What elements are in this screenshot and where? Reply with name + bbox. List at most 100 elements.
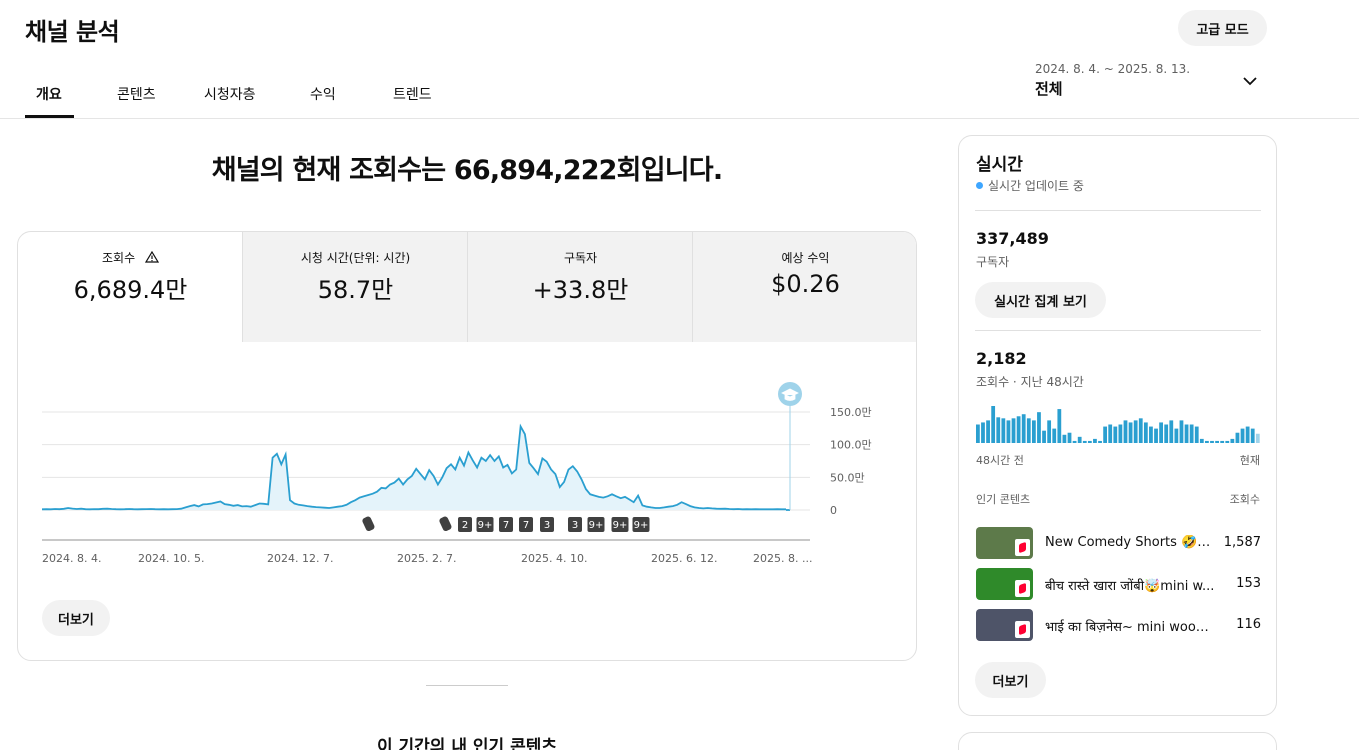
metric-views-value: 6,689.4만: [73, 276, 188, 304]
metric-subscribers[interactable]: 구독자 +33.8만: [468, 232, 693, 342]
marker-label: 9+: [589, 520, 604, 531]
rt-bar: [1108, 424, 1113, 443]
rt-bar: [996, 417, 1001, 443]
rt-bar: [1164, 424, 1169, 443]
date-range-text: 2024. 8. 4. ~ 2025. 8. 13.: [1035, 62, 1191, 76]
rt-bar: [986, 420, 990, 443]
advanced-mode-button[interactable]: 고급 모드: [1178, 10, 1267, 46]
rt-bar: [1215, 440, 1219, 443]
video-title: भाई का बिज़नेस~ mini wood ...: [1045, 620, 1215, 635]
metric-divider: [467, 232, 468, 342]
list-item[interactable]: New Comedy Shorts 🤣~... 1,587: [976, 527, 1261, 561]
tab-revenue[interactable]: 수익: [310, 84, 336, 104]
metric-watch-time[interactable]: 시청 시간(단위: 시간) 58.7만: [243, 232, 468, 342]
rt-bar: [1021, 414, 1026, 443]
rt-bar: [1093, 438, 1097, 443]
marker-label: 3: [572, 520, 578, 531]
shorts-shape: [362, 516, 375, 532]
metric-subscribers-label: 구독자: [563, 251, 598, 265]
metric-divider: [692, 232, 693, 342]
divider: [975, 210, 1261, 211]
rt-bar: [1230, 438, 1235, 443]
marker-label: 7: [523, 520, 529, 531]
views-chart[interactable]: 150.0만 100.0만 50.0만 0 2 9+ 7 7 3 3 9+ 9+ 9+ 2024. 8. …: [18, 342, 917, 582]
axis-right-label: 현재: [1239, 454, 1260, 467]
secondary-card: [958, 732, 1277, 750]
chevron-down-icon: [1243, 77, 1257, 86]
rt-bar: [1143, 422, 1148, 443]
divider: [975, 330, 1261, 331]
list-item[interactable]: भाई का बिज़नेस~ mini wood ... 116: [976, 609, 1261, 643]
tab-overview[interactable]: 개요: [36, 84, 62, 104]
x-tick-label: 2025. 4. 10.: [521, 552, 587, 565]
shorts-shape: [439, 516, 452, 532]
rt-bar: [1011, 418, 1016, 443]
marker-label: 9+: [613, 520, 628, 531]
x-tick-label: 2024. 10. 5.: [138, 552, 204, 565]
rt-bar: [1077, 436, 1082, 443]
y-tick-label: 150.0만: [830, 406, 872, 419]
metric-watch-time-label: 시청 시간(단위: 시간): [300, 251, 411, 265]
rt-bar: [1057, 409, 1062, 443]
shorts-icon: [1015, 621, 1030, 638]
metric-subscribers-value: +33.8만: [532, 276, 629, 304]
rt-bar: [1169, 420, 1174, 443]
views-48h-label: 조회수 · 지난 48시간: [976, 375, 1084, 389]
realtime-report-button[interactable]: 실시간 집계 보기: [975, 282, 1106, 318]
video-title: बीच रास्ते खारा जोंबी🤯mini w...: [1045, 579, 1215, 594]
rt-bar: [1037, 412, 1041, 443]
rt-bar: [1016, 416, 1021, 443]
rt-bar: [1133, 420, 1138, 443]
rt-bar: [1245, 426, 1250, 443]
rt-bar: [1072, 440, 1077, 443]
rt-bar: [1154, 428, 1158, 443]
more-button[interactable]: 더보기: [42, 600, 110, 636]
shorts-icon: [439, 516, 452, 532]
rt-bar: [1138, 418, 1143, 443]
page-title: 채널 분석: [25, 18, 120, 46]
warning-icon: [144, 250, 160, 263]
list-item[interactable]: बीच रास्ते खारा जोंबी🤯mini w... 153: [976, 568, 1261, 602]
metric-views[interactable]: 조회수 6,689.4만: [18, 232, 243, 342]
video-view-count: 1,587: [1223, 535, 1261, 550]
realtime-more-button[interactable]: 더보기: [975, 662, 1046, 698]
tab-content[interactable]: 콘텐츠: [117, 84, 156, 104]
video-thumbnail: [976, 568, 1033, 600]
rt-bar: [1047, 420, 1052, 443]
x-tick-label: 2024. 8. 4.: [42, 552, 101, 565]
rt-bar: [1062, 434, 1067, 443]
rt-bar: [1113, 426, 1118, 443]
live-dot-icon: [976, 182, 983, 189]
rt-bar: [1052, 428, 1057, 443]
marker-label: 2: [462, 520, 468, 531]
rt-bar: [1189, 424, 1194, 443]
realtime-bar-chart[interactable]: [976, 403, 1261, 443]
x-tick-label: 2025. 8. ...: [753, 552, 812, 565]
views-column-header: 조회수: [1229, 493, 1260, 506]
metric-label: 조회수: [18, 249, 243, 266]
subscriber-label: 구독자: [976, 255, 1010, 269]
chart-area-fill: [42, 426, 786, 510]
metric-revenue[interactable]: 예상 수익 $0.26: [693, 232, 916, 342]
rt-bar: [1082, 440, 1087, 443]
y-tick-label: 50.0만: [830, 471, 865, 484]
date-range-picker[interactable]: 2024. 8. 4. ~ 2025. 8. 13. 전체: [1035, 62, 1265, 104]
video-thumbnail: [976, 527, 1033, 559]
rt-bar: [1118, 424, 1123, 443]
header-divider: [0, 118, 1359, 119]
metric-revenue-value: $0.26: [771, 270, 840, 298]
realtime-status: 실시간 업데이트 중: [976, 177, 1084, 194]
date-range-value: 전체: [1035, 80, 1063, 98]
popular-content-heading: 이 기간의 내 인기 콘텐츠: [376, 737, 558, 750]
rt-bar: [1220, 440, 1225, 443]
rt-bar: [1174, 428, 1179, 443]
rt-bar: [1199, 438, 1204, 443]
marker-label: 9+: [478, 520, 493, 531]
rt-bar: [1001, 418, 1006, 443]
tab-audience[interactable]: 시청자층: [204, 84, 256, 104]
rt-bar: [1026, 418, 1031, 443]
metric-divider: [242, 232, 243, 342]
headline: 채널의 현재 조회수는 66,894,222회입니다.: [211, 155, 723, 186]
subscriber-count: 337,489: [976, 229, 1049, 248]
tab-trends[interactable]: 트렌드: [393, 84, 432, 104]
